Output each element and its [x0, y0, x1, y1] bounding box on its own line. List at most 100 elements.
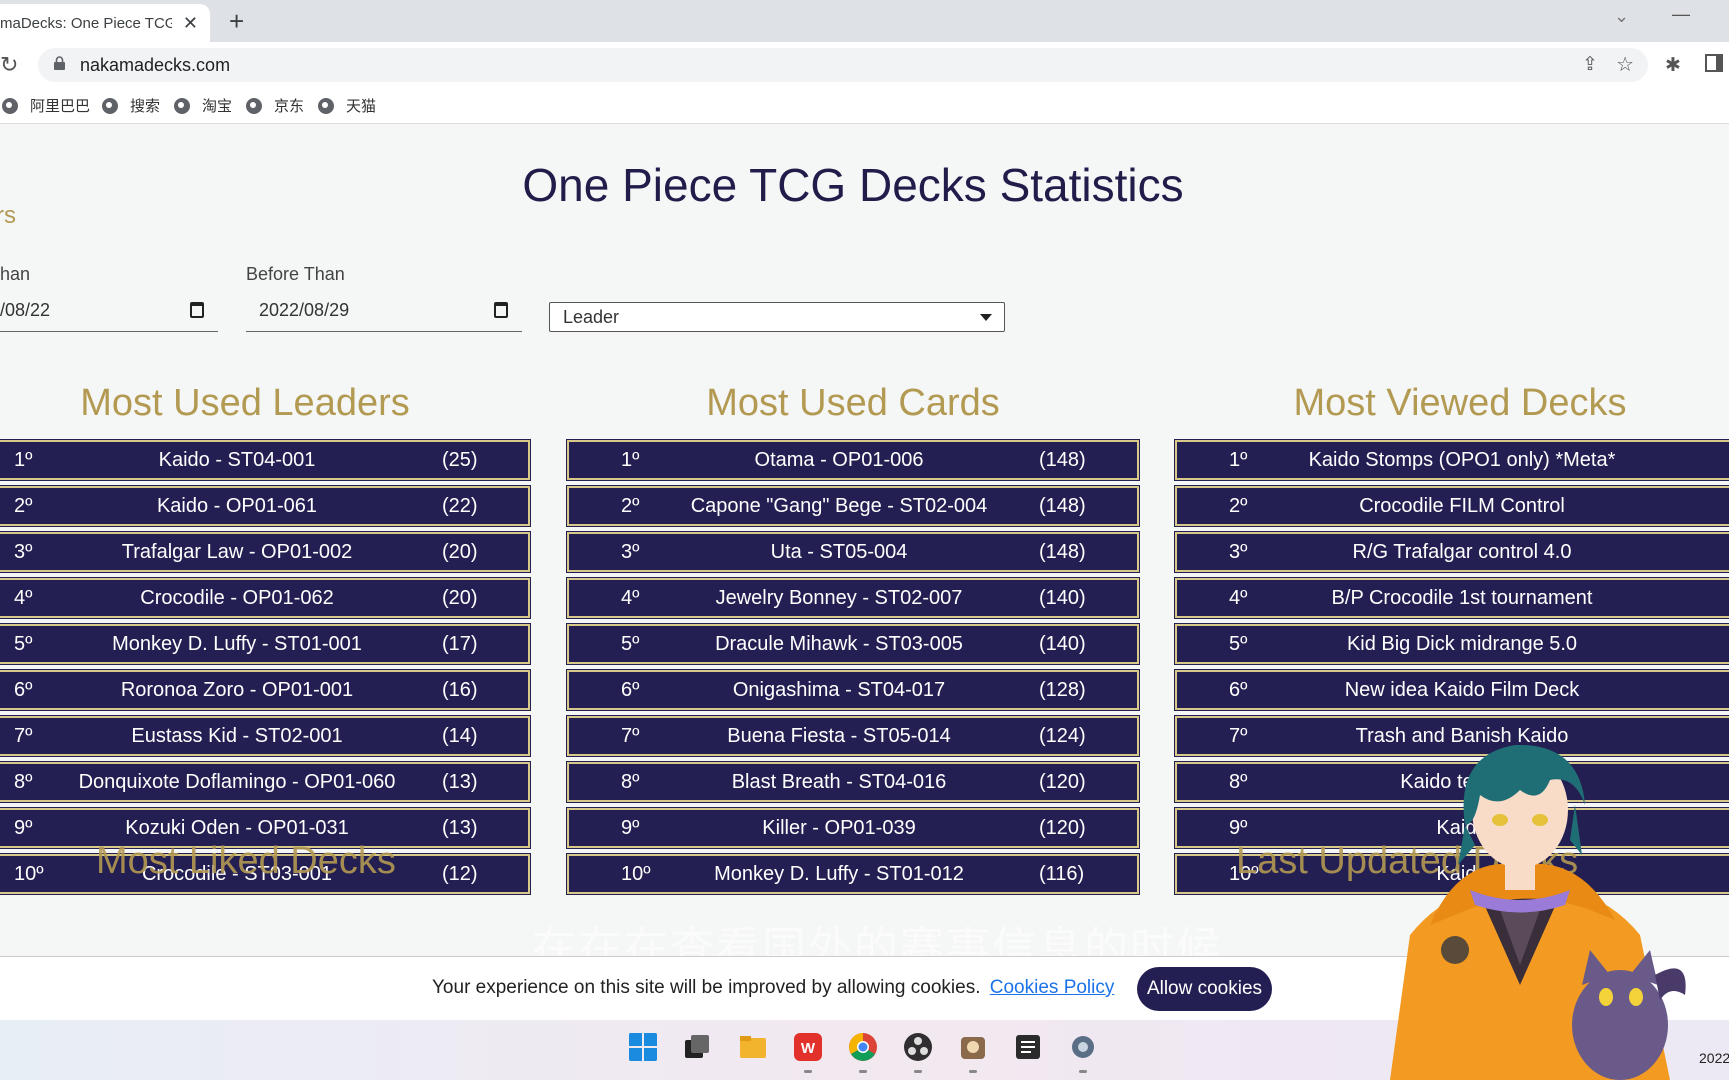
- decks-row[interactable]: 1º Kaido Stomps (OPO1 only) *Meta*: [1175, 440, 1729, 480]
- rank-name: Trafalgar Law - OP01-002: [121, 541, 353, 563]
- rank-name: Jewelry Bonney - ST02-007: [715, 587, 963, 609]
- rank-position: 10º: [14, 863, 44, 885]
- leaders-row[interactable]: 4º Crocodile - OP01-062 (20): [0, 578, 530, 618]
- taskbar-clock: 2022: [1699, 1050, 1729, 1066]
- browser-tab[interactable]: maDecks: One Piece TCG ✕: [0, 4, 210, 42]
- rank-name: Capone "Gang" Bege - ST02-004: [690, 495, 988, 517]
- leaders-row[interactable]: 8º Donquixote Doflamingo - OP01-060 (13): [0, 762, 530, 802]
- cards-title: Most Used Cards: [706, 382, 1000, 424]
- extensions-icon[interactable]: ✱: [1665, 54, 1681, 77]
- wps-office-icon[interactable]: W: [793, 1032, 823, 1062]
- decks-row[interactable]: 5º Kid Big Dick midrange 5.0: [1175, 624, 1729, 664]
- leaders-row[interactable]: 1º Kaido - ST04-001 (25): [0, 440, 530, 480]
- bookmark-item[interactable]: 天猫: [318, 95, 376, 116]
- app-icon[interactable]: [958, 1032, 988, 1062]
- side-panel-icon[interactable]: [1705, 54, 1723, 72]
- rank-count: (120): [1039, 817, 1086, 839]
- notepad-icon[interactable]: [1013, 1032, 1043, 1062]
- reload-icon[interactable]: ↻: [0, 52, 18, 78]
- calendar-icon[interactable]: [494, 302, 508, 318]
- allow-cookies-button[interactable]: Allow cookies: [1137, 967, 1272, 1011]
- share-icon[interactable]: ⇪: [1582, 53, 1598, 76]
- lock-icon: [54, 56, 65, 70]
- vtuber-avatar: [1390, 744, 1686, 1080]
- leaders-row[interactable]: 3º Trafalgar Law - OP01-002 (20): [0, 532, 530, 572]
- running-indicator: [914, 1070, 922, 1073]
- before-date-input[interactable]: 2022/08/29: [246, 294, 522, 332]
- rank-count: (17): [442, 633, 478, 655]
- rank-position: 7º: [1229, 725, 1248, 747]
- address-bar[interactable]: nakamadecks.com ⇪ ☆: [38, 48, 1648, 82]
- close-tab-icon[interactable]: ✕: [183, 13, 198, 34]
- windows-start-icon[interactable]: [628, 1032, 658, 1062]
- tab-strip: maDecks: One Piece TCG ✕ + ⌄ —: [0, 0, 1729, 42]
- calendar-icon[interactable]: [190, 302, 204, 318]
- cards-row[interactable]: 3º Uta - ST05-004 (148): [567, 532, 1139, 572]
- running-indicator: [859, 1070, 867, 1073]
- bookmark-item[interactable]: 阿里巴巴: [2, 95, 90, 116]
- cookies-policy-link[interactable]: Cookies Policy: [990, 977, 1115, 998]
- rank-position: 5º: [1229, 633, 1248, 655]
- decks-row[interactable]: 3º R/G Trafalgar control 4.0: [1175, 532, 1729, 572]
- rank-position: 3º: [14, 541, 33, 563]
- cards-row[interactable]: 6º Onigashima - ST04-017 (128): [567, 670, 1139, 710]
- chevron-down-icon[interactable]: ⌄: [1614, 6, 1629, 27]
- globe-icon: [2, 97, 18, 114]
- cards-row[interactable]: 10º Monkey D. Luffy - ST01-012 (116): [567, 854, 1139, 894]
- rank-name: Crocodile - OP01-062: [140, 587, 334, 609]
- cards-row[interactable]: 5º Dracule Mihawk - ST03-005 (140): [567, 624, 1139, 664]
- cards-row[interactable]: 8º Blast Breath - ST04-016 (120): [567, 762, 1139, 802]
- leaders-row[interactable]: 6º Roronoa Zoro - OP01-001 (16): [0, 670, 530, 710]
- star-icon[interactable]: ☆: [1616, 52, 1634, 77]
- rank-position: 4º: [1229, 587, 1248, 609]
- globe-icon: [246, 97, 262, 114]
- url-text: nakamadecks.com: [80, 55, 231, 75]
- bookmark-item[interactable]: 淘宝: [174, 95, 232, 116]
- rank-position: 4º: [621, 587, 640, 609]
- leaders-list: 1º Kaido - ST04-001 (25) 2º Kaido - OP01-061…: [0, 440, 530, 900]
- decks-row[interactable]: 6º New idea Kaido Film Deck: [1175, 670, 1729, 710]
- rank-count: (22): [442, 495, 478, 517]
- decks-row[interactable]: 2º Crocodile FILM Control: [1175, 486, 1729, 526]
- rank-count: (128): [1039, 679, 1086, 701]
- after-date-input[interactable]: /08/22: [0, 294, 218, 332]
- rank-position: 2º: [14, 495, 33, 517]
- minimize-icon[interactable]: —: [1672, 4, 1690, 25]
- rank-position: 6º: [14, 679, 33, 701]
- cards-row[interactable]: 9º Killer - OP01-039 (120): [567, 808, 1139, 848]
- chrome-icon[interactable]: [848, 1032, 878, 1062]
- after-than-label: han: [0, 264, 31, 284]
- decks-row[interactable]: 4º B/P Crocodile 1st tournament: [1175, 578, 1729, 618]
- settings-gear-icon[interactable]: [1068, 1032, 1098, 1062]
- obs-icon[interactable]: [903, 1032, 933, 1062]
- file-explorer-icon[interactable]: [738, 1032, 768, 1062]
- type-select[interactable]: Leader: [549, 302, 1005, 332]
- filters-heading: rs: [0, 202, 16, 229]
- rank-name: Kid Big Dick midrange 5.0: [1346, 633, 1578, 655]
- cards-row[interactable]: 1º Otama - OP01-006 (148): [567, 440, 1139, 480]
- rank-count: (13): [442, 817, 478, 839]
- leaders-row[interactable]: 7º Eustass Kid - ST02-001 (14): [0, 716, 530, 756]
- rank-position: 8º: [1229, 771, 1248, 793]
- rank-name: Uta - ST05-004: [770, 541, 908, 563]
- new-tab-icon[interactable]: +: [229, 6, 244, 37]
- rank-count: (148): [1039, 495, 1086, 517]
- cards-row[interactable]: 4º Jewelry Bonney - ST02-007 (140): [567, 578, 1139, 618]
- bookmark-item[interactable]: 京东: [246, 95, 304, 116]
- rank-count: (120): [1039, 771, 1086, 793]
- running-indicator: [804, 1070, 812, 1073]
- rank-count: (148): [1039, 449, 1086, 471]
- rank-name: Roronoa Zoro - OP01-001: [120, 679, 354, 701]
- globe-icon: [174, 97, 190, 114]
- task-view-icon[interactable]: [682, 1032, 712, 1062]
- bookmark-item[interactable]: 搜索: [102, 95, 160, 116]
- cards-row[interactable]: 2º Capone "Gang" Bege - ST02-004 (148): [567, 486, 1139, 526]
- rank-name: Kaido - OP01-061: [156, 495, 318, 517]
- rank-position: 4º: [14, 587, 33, 609]
- leaders-row[interactable]: 2º Kaido - OP01-061 (22): [0, 486, 530, 526]
- rank-position: 7º: [14, 725, 33, 747]
- leaders-row[interactable]: 5º Monkey D. Luffy - ST01-001 (17): [0, 624, 530, 664]
- rank-position: 3º: [621, 541, 640, 563]
- cards-row[interactable]: 7º Buena Fiesta - ST05-014 (124): [567, 716, 1139, 756]
- leaders-title: Most Used Leaders: [80, 382, 410, 424]
